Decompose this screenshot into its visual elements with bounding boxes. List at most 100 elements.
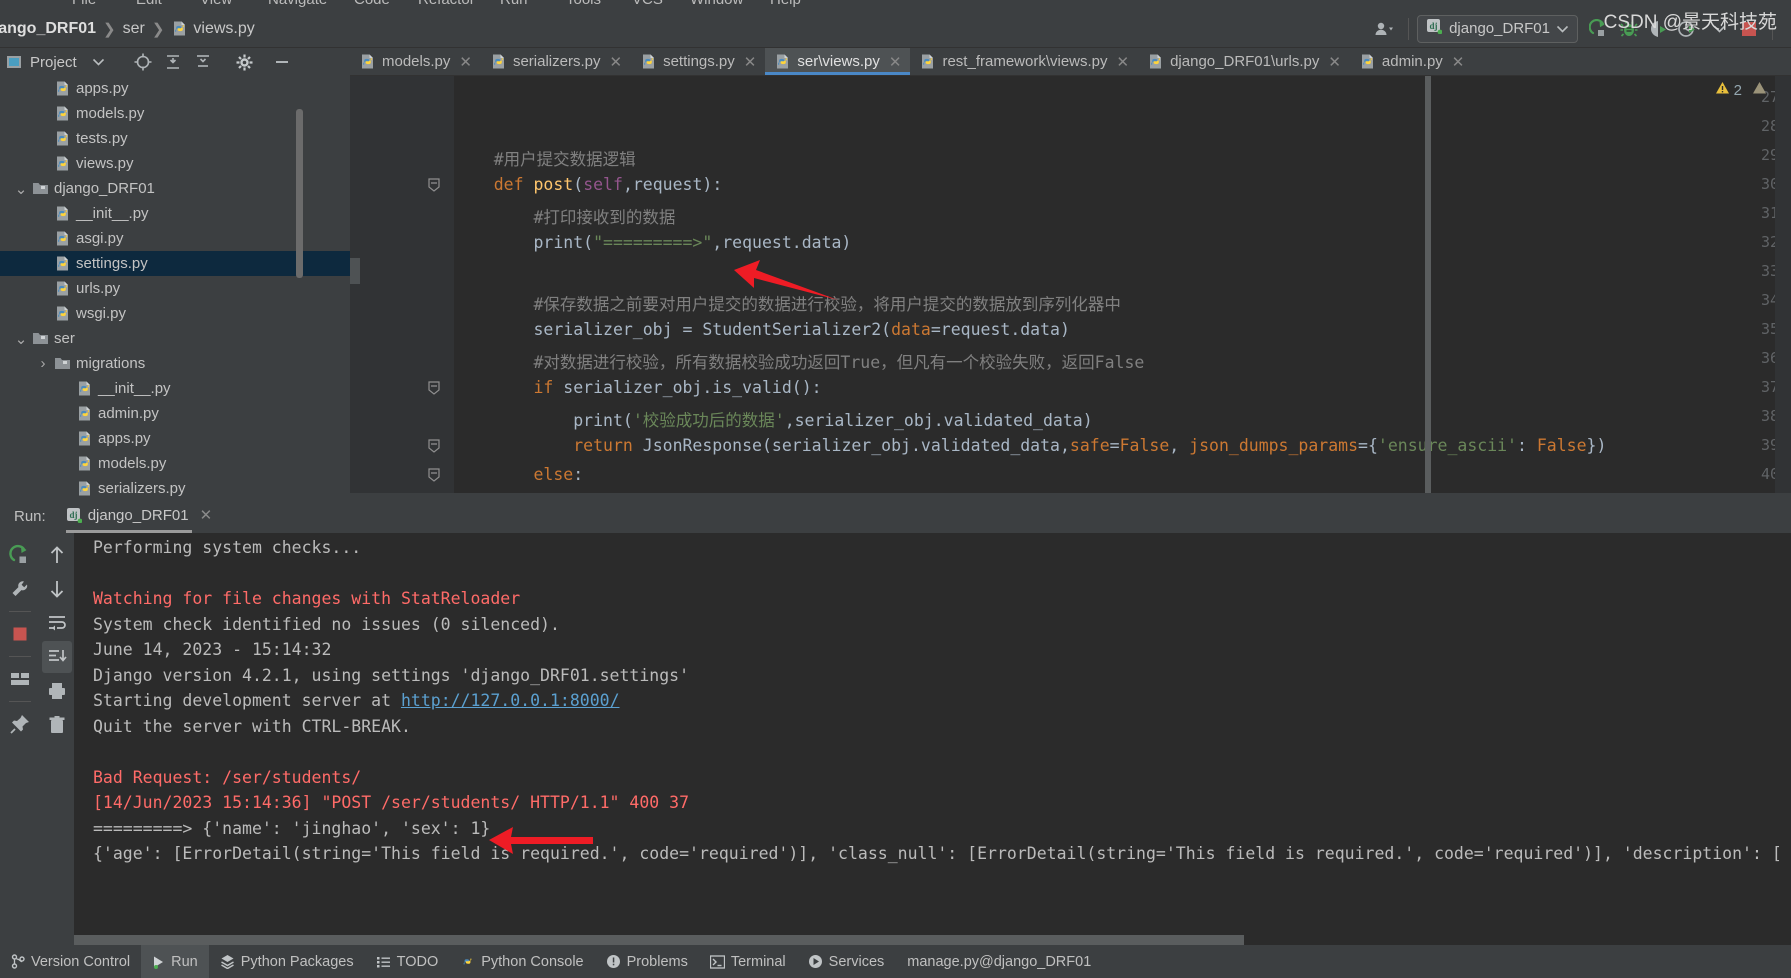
code-fold-marker[interactable] — [427, 178, 441, 192]
status-bar-item-terminal[interactable]: Terminal — [699, 945, 797, 978]
status-bar-item-python-console[interactable]: Python Console — [449, 945, 594, 978]
code-fold-marker[interactable] — [427, 381, 441, 395]
tree-item-wsgi-py[interactable]: wsgi.py — [0, 301, 350, 326]
close-icon[interactable]: ✕ — [609, 53, 622, 71]
collapse-all-icon[interactable] — [194, 53, 212, 71]
tree-item---init---py[interactable]: __init__.py — [0, 376, 350, 401]
chevron-down-icon[interactable]: ⌄ — [14, 330, 28, 348]
console-link[interactable]: http://127.0.0.1:8000/ — [401, 691, 620, 710]
console-line: Django version 4.2.1, using settings 'dj… — [93, 666, 689, 685]
run-tab-django[interactable]: dj django_DRF01 ✕ — [65, 506, 213, 533]
editor-run-splitter[interactable] — [350, 493, 1791, 500]
menu-item-help[interactable]: Help — [770, 0, 801, 8]
project-tree-scrollbar[interactable] — [296, 109, 303, 278]
divider — [1408, 17, 1410, 40]
close-icon[interactable]: ✕ — [1452, 53, 1465, 71]
close-icon[interactable]: ✕ — [1117, 53, 1130, 71]
code-fold-marker[interactable] — [427, 468, 441, 482]
code-token: else — [533, 465, 574, 484]
chevron-right-icon[interactable]: › — [36, 355, 50, 372]
tree-item-admin-py[interactable]: admin.py — [0, 401, 350, 426]
settings-gear-icon[interactable] — [236, 54, 253, 71]
close-icon[interactable]: ✕ — [200, 506, 213, 524]
code-editor[interactable]: 27 28 29 30 31 32 33 34 35 36 37 38 39 40 #用户提交数据逻辑 d… — [350, 76, 1791, 500]
menu-item-run[interactable]: Run — [500, 0, 528, 8]
tree-item-label: __init__.py — [76, 205, 149, 222]
print-button[interactable] — [42, 675, 72, 707]
menu-item-tools[interactable]: Tools — [566, 0, 601, 8]
chevron-down-icon[interactable] — [92, 58, 104, 66]
expand-all-icon[interactable] — [164, 53, 182, 71]
code-token: 'ensure_ascii' — [1377, 436, 1517, 455]
inspection-warning-badge[interactable]: 2 — [1715, 81, 1767, 99]
editor-horizontal-scrollbar[interactable] — [1425, 76, 1431, 500]
editor-tab-admin-py[interactable]: admin.py ✕ — [1350, 48, 1473, 75]
tree-item-migrations[interactable]: › migrations — [0, 351, 350, 376]
menu-item-refactor[interactable]: Refactor — [418, 0, 475, 8]
editor-tab-django_DRF01-urls-py[interactable]: django_DRF01\urls.py ✕ — [1138, 48, 1350, 75]
locate-icon[interactable] — [134, 53, 152, 71]
editor-tab-rest_framework-views-py[interactable]: rest_framework\views.py ✕ — [910, 48, 1138, 75]
tree-item-ser[interactable]: ⌄ ser — [0, 326, 350, 351]
menu-item-navigate[interactable]: Navigate — [268, 0, 327, 8]
status-bar-item-label: Version Control — [31, 953, 131, 970]
clear-all-button[interactable] — [42, 709, 72, 741]
run-panel-header: Run: dj django_DRF01 ✕ — [0, 500, 1791, 533]
run-configuration-selector[interactable]: dj django_DRF01 — [1417, 14, 1578, 43]
tree-item-urls-py[interactable]: urls.py — [0, 276, 350, 301]
status-bar-item-label: Run — [171, 953, 198, 970]
breadcrumb-item-0[interactable]: django_DRF01 — [0, 20, 96, 38]
run-console-output[interactable]: Performing system checks... Watching for … — [74, 533, 1791, 945]
soft-wrap-button[interactable] — [42, 607, 72, 639]
status-bar-item-problems[interactable]: Problems — [595, 945, 699, 978]
menu-item-view[interactable]: View — [200, 0, 232, 8]
hide-icon[interactable] — [273, 53, 291, 71]
editor-tab-settings-py[interactable]: settings.py ✕ — [631, 48, 765, 75]
tree-item-apps-py[interactable]: apps.py — [0, 426, 350, 451]
chevron-down-icon[interactable]: ⌄ — [14, 180, 28, 198]
menu-item-vcs[interactable]: VCS — [632, 0, 663, 8]
status-bar-item-version-control[interactable]: Version Control — [0, 945, 141, 978]
editor-tab-serializers-py[interactable]: serializers.py ✕ — [481, 48, 631, 75]
console-horizontal-scrollbar[interactable] — [74, 935, 1244, 945]
status-bar-item-run[interactable]: Run — [141, 945, 209, 978]
menu-item-code[interactable]: Code — [354, 0, 390, 8]
code-fold-marker[interactable] — [427, 439, 441, 453]
rerun-button[interactable] — [5, 539, 35, 571]
scroll-down-button[interactable] — [42, 573, 72, 605]
python-file-icon — [1359, 53, 1376, 70]
pin-tab-button[interactable] — [5, 708, 35, 740]
status-bar-item-services[interactable]: Services — [797, 945, 896, 978]
scroll-up-button[interactable] — [42, 539, 72, 571]
code-token: print( — [454, 233, 594, 252]
close-icon[interactable]: ✕ — [1328, 53, 1341, 71]
status-bar-item-python-packages[interactable]: Python Packages — [209, 945, 365, 978]
editor-tab-models-py[interactable]: models.py ✕ — [350, 48, 481, 75]
tree-item-models-py[interactable]: models.py — [0, 451, 350, 476]
edit-configurations-button[interactable] — [5, 573, 35, 605]
tree-item-label: tests.py — [76, 130, 128, 147]
editor-tab-label: settings.py — [663, 53, 735, 70]
user-account-icon[interactable] — [1370, 15, 1400, 43]
menu-item-window[interactable]: Window — [690, 0, 743, 8]
editor-tab-ser-views-py[interactable]: ser\views.py ✕ — [765, 48, 911, 75]
console-text: Starting development server at — [93, 691, 401, 710]
stop-button[interactable] — [5, 618, 35, 650]
breadcrumb-item-1[interactable]: ser — [123, 20, 145, 38]
code-text-area[interactable]: #用户提交数据逻辑 def post(self,request): #打印接收到… — [454, 76, 1791, 500]
tree-item-apps-py[interactable]: apps.py — [0, 76, 350, 101]
close-icon[interactable]: ✕ — [459, 53, 472, 71]
layout-button[interactable] — [5, 663, 35, 695]
breadcrumb-item-2[interactable]: views.py — [171, 20, 255, 38]
scroll-to-end-button[interactable] — [42, 641, 72, 673]
status-bar-item-todo[interactable]: TODO — [365, 945, 450, 978]
python-file-icon — [54, 105, 71, 122]
menu-item-file[interactable]: File — [72, 0, 96, 8]
close-icon[interactable]: ✕ — [889, 53, 902, 71]
warning-triangle-icon — [1715, 81, 1730, 99]
menu-item-edit[interactable]: Edit — [136, 0, 162, 8]
tree-item-serializers-py[interactable]: serializers.py — [0, 476, 350, 500]
warning-count: 2 — [1733, 81, 1742, 99]
close-icon[interactable]: ✕ — [744, 53, 757, 71]
python-file-icon — [54, 205, 71, 222]
